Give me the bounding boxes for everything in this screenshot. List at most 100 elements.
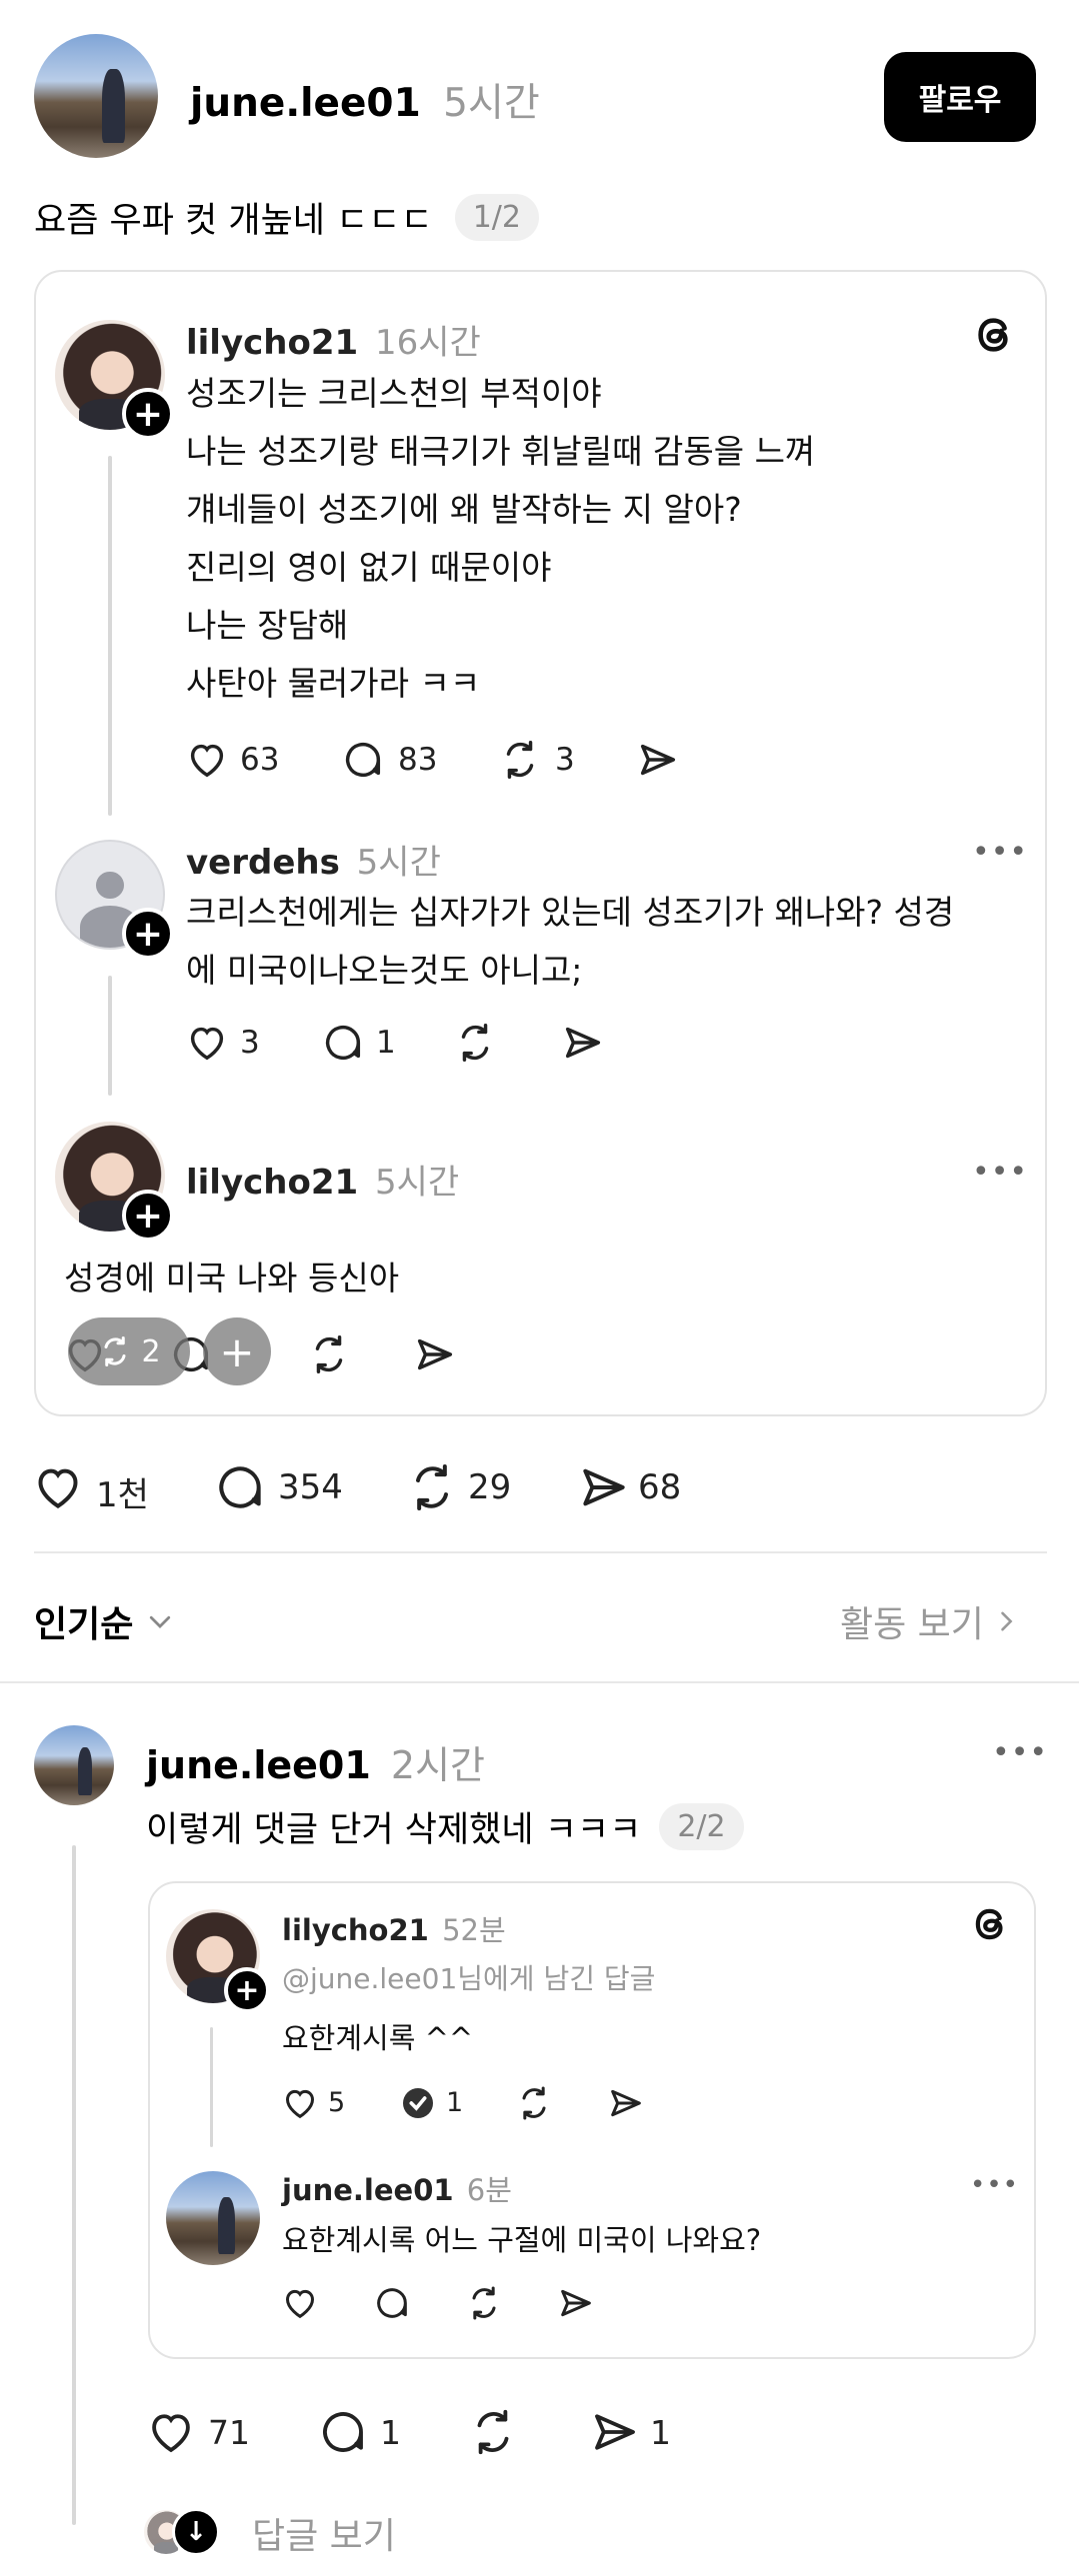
share-icon[interactable] xyxy=(556,2283,596,2323)
follow-button[interactable]: 팔로우 xyxy=(884,52,1036,142)
comment-icon[interactable] xyxy=(340,737,386,783)
post-time: 16시간 xyxy=(374,323,481,363)
comment-icon[interactable] xyxy=(212,1459,268,1515)
comment-icon[interactable] xyxy=(320,1020,366,1066)
like-count: 63 xyxy=(240,742,280,778)
post-header: june.lee01 2시간 xyxy=(146,1734,485,1789)
activity-link[interactable]: 활동 보기 xyxy=(840,1595,1020,1647)
repost-icon[interactable] xyxy=(464,2283,504,2323)
follow-plus-icon[interactable]: + xyxy=(122,1190,174,1242)
follow-plus-icon[interactable]: + xyxy=(224,1967,270,2013)
thread-line xyxy=(210,2027,213,2147)
repost-icon[interactable] xyxy=(466,2405,520,2459)
threads-logo-icon xyxy=(975,1908,1003,1940)
post-header: verdehs 5시간 xyxy=(186,835,441,884)
share-count: 68 xyxy=(638,1467,682,1507)
thread-line xyxy=(108,456,112,816)
like-count: 3 xyxy=(240,1025,260,1061)
author-name[interactable]: lilycho21 xyxy=(186,323,358,363)
reply-to-label: @june.lee01님에게 남긴 답글 xyxy=(282,1962,656,1995)
post-line: 사탄아 물러가라 ㅋㅋ xyxy=(186,664,481,703)
quoted-text: 요한계시록 어느 구절에 미국이 나와요? xyxy=(282,2223,762,2257)
follow-plus-icon[interactable]: + xyxy=(122,908,174,960)
replied-check-icon[interactable] xyxy=(398,2083,438,2123)
repost-count: 29 xyxy=(468,1467,512,1507)
repost-icon xyxy=(104,1336,126,1366)
divider xyxy=(34,1551,1047,1553)
author-name[interactable]: lilycho21 xyxy=(186,1163,358,1203)
repost-count-overlay[interactable]: 2 xyxy=(68,1317,190,1385)
heart-icon[interactable] xyxy=(184,737,230,783)
sort-dropdown[interactable]: 인기순 xyxy=(34,1595,175,1647)
comment-icon[interactable] xyxy=(316,2405,370,2459)
heart-icon[interactable] xyxy=(280,2283,320,2323)
repost-icon[interactable] xyxy=(404,1459,460,1515)
post-time: 5시간 xyxy=(443,81,540,126)
more-options-icon[interactable]: ••• xyxy=(972,838,1028,868)
post-header: june.lee01 6분 xyxy=(282,2167,512,2209)
author-name[interactable]: june.lee01 xyxy=(146,1743,371,1787)
sort-label: 인기순 xyxy=(34,1604,134,1645)
comment-count: 1 xyxy=(446,2087,464,2118)
comment-count: 354 xyxy=(278,1467,343,1507)
post-line: 성경에 미국 나와 등신아 xyxy=(64,1259,400,1297)
page-indicator: 2/2 xyxy=(659,1803,744,1850)
post-line: 성조기는 크리스천의 부적이야 xyxy=(186,374,602,413)
share-icon[interactable] xyxy=(412,1331,458,1377)
more-options-icon[interactable]: ••• xyxy=(972,1158,1028,1188)
chevron-down-icon xyxy=(150,1615,171,1628)
comment-icon[interactable] xyxy=(372,2283,412,2323)
arrow-down-icon: ↓ xyxy=(172,2508,220,2556)
share-icon[interactable] xyxy=(635,737,681,783)
author-name[interactable]: june.lee01 xyxy=(190,81,421,126)
post-body: 성조기는 크리스천의 부적이야 나는 성조기랑 태극기가 휘날릴때 감동을 느껴… xyxy=(186,365,815,713)
post-time: 6분 xyxy=(466,2173,512,2207)
more-options-icon[interactable]: ••• xyxy=(970,2172,1019,2198)
share-icon[interactable] xyxy=(560,1020,606,1066)
add-overlay-button[interactable]: + xyxy=(203,1317,271,1385)
author-name[interactable]: june.lee01 xyxy=(282,2173,454,2207)
avatar[interactable] xyxy=(34,1725,114,1805)
comment-count: 1 xyxy=(380,2413,401,2452)
post-line: 나는 성조기랑 태극기가 휘날릴때 감동을 느껴 xyxy=(186,432,816,471)
avatar[interactable] xyxy=(166,2171,260,2265)
post-header: lilycho21 16시간 xyxy=(186,315,481,364)
repost-icon[interactable] xyxy=(452,1020,498,1066)
post-header: june.lee01 5시간 xyxy=(190,72,540,128)
view-replies-button[interactable]: ↓ 답글 보기 xyxy=(144,2507,396,2559)
comment-count: 1 xyxy=(376,1025,396,1061)
more-options-icon[interactable]: ••• xyxy=(992,1738,1048,1768)
repost-icon[interactable] xyxy=(306,1331,352,1377)
quoted-text: 요한계시록 ^^ xyxy=(282,2021,474,2055)
post-body: 크리스천에게는 십자가가 있는데 성조기가 왜나와? 성경 에 미국이나오는것도… xyxy=(186,884,954,1000)
like-count: 1천 xyxy=(96,1475,149,1515)
page-indicator: 1/2 xyxy=(454,194,539,241)
heart-icon[interactable] xyxy=(184,1020,230,1066)
reply-text-row: 이렇게 댓글 단거 삭제했네 ㅋㅋㅋ 2/2 xyxy=(146,1801,744,1852)
repost-icon[interactable] xyxy=(514,2083,554,2123)
post-time: 5시간 xyxy=(356,843,441,883)
repost-icon[interactable] xyxy=(497,737,543,783)
activity-label: 활동 보기 xyxy=(840,1604,984,1645)
heart-icon[interactable] xyxy=(144,2405,198,2459)
author-name[interactable]: verdehs xyxy=(186,843,340,883)
post-line: 진리의 영이 없기 때문이야 xyxy=(186,548,552,587)
avatar[interactable] xyxy=(34,34,158,158)
share-icon[interactable] xyxy=(576,1459,632,1515)
author-name[interactable]: lilycho21 xyxy=(282,1913,429,1947)
share-icon[interactable] xyxy=(588,2405,642,2459)
like-count: 71 xyxy=(208,2413,250,2452)
post-text-row: 요즘 우파 컷 개높네 ㄷㄷㄷ 1/2 xyxy=(34,192,539,243)
post-time: 2시간 xyxy=(390,1743,485,1787)
post-text: 요즘 우파 컷 개높네 ㄷㄷㄷ xyxy=(34,201,433,241)
threads-logo-icon xyxy=(978,318,1008,352)
post-time: 5시간 xyxy=(374,1163,460,1203)
thread-line xyxy=(108,976,112,1096)
repost-count: 3 xyxy=(555,742,575,778)
post-header: lilycho21 5시간 xyxy=(186,1155,459,1204)
comment-count: 83 xyxy=(398,742,438,778)
follow-plus-icon[interactable]: + xyxy=(122,388,174,440)
heart-icon[interactable] xyxy=(30,1459,86,1515)
share-icon[interactable] xyxy=(606,2083,646,2123)
heart-icon[interactable] xyxy=(280,2083,320,2123)
